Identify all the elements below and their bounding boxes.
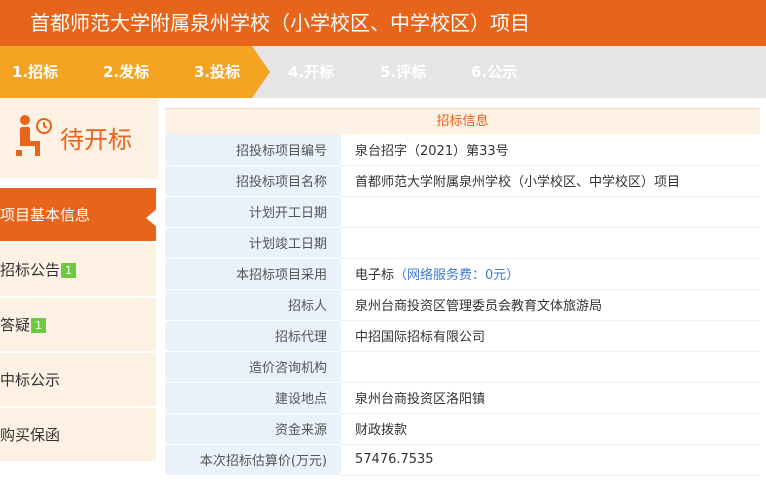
table-row: 招投标项目名称 首都师范大学附属泉州学校（小学校区、中学校区）项目 xyxy=(165,165,760,197)
active-caret xyxy=(146,208,158,228)
panel-title: 招标信息 xyxy=(165,108,760,134)
step-1: 1.招标 xyxy=(12,63,59,81)
table-row: 造价咨询机构 xyxy=(165,351,760,383)
field-value: 首都师范大学附属泉州学校（小学校区、中学校区）项目 xyxy=(341,165,760,197)
table-row: 建设地点 泉州台商投资区洛阳镇 xyxy=(165,382,760,414)
menu-item-buy-guarantee[interactable]: 购买保函 xyxy=(0,408,156,462)
step-4: 4.开标 xyxy=(288,63,335,81)
step-3: 3.投标 xyxy=(194,63,241,81)
step-6: 6.公示 xyxy=(471,63,518,81)
field-label: 招投标项目名称 xyxy=(165,165,341,197)
table-row: 本招标项目采用 电子标（网络服务费：0元） xyxy=(165,258,760,290)
bid-type: 电子标 xyxy=(355,268,395,283)
step-2: 2.发标 xyxy=(103,63,150,81)
menu-item-label: 招标公告 xyxy=(0,261,61,279)
field-label: 造价咨询机构 xyxy=(165,351,341,383)
field-value: 泉州台商投资区管理委员会教育文体旅游局 xyxy=(341,289,760,321)
menu-item-tender-notice[interactable]: 招标公告 1 xyxy=(0,243,156,297)
table-row: 招标代理 中招国际招标有限公司 xyxy=(165,320,760,352)
field-label: 本招标项目采用 xyxy=(165,258,341,290)
info-table: 招投标项目编号 泉台招字（2021）第33号 招投标项目名称 首都师范大学附属泉州学… xyxy=(165,134,760,476)
menu-item-project-info[interactable]: 项目基本信息 xyxy=(0,188,156,242)
field-label: 招标代理 xyxy=(165,320,341,352)
field-value xyxy=(341,227,760,259)
field-label: 建设地点 xyxy=(165,382,341,414)
field-label: 招标人 xyxy=(165,289,341,321)
field-label: 计划竣工日期 xyxy=(165,227,341,259)
field-value: 57476.7535 xyxy=(341,444,760,476)
step-5: 5.评标 xyxy=(380,63,427,81)
table-row: 招投标项目编号 泉台招字（2021）第33号 xyxy=(165,134,760,166)
project-title: 首都师范大学附属泉州学校（小学校区、中学校区）项目 xyxy=(30,11,530,35)
status-text: 待开标 xyxy=(60,126,132,154)
menu-item-award-notice[interactable]: 中标公示 xyxy=(0,353,156,407)
menu-item-label: 中标公示 xyxy=(0,371,61,389)
tender-info-panel: 招标信息 招投标项目编号 泉台招字（2021）第33号 招投标项目名称 首都师范大学… xyxy=(165,108,760,484)
waiting-person-icon xyxy=(16,115,52,156)
field-label: 资金来源 xyxy=(165,413,341,445)
progress-steps: 1.招标 2.发标 3.投标 4.开标 5.评标 6.公示 xyxy=(0,46,766,98)
menu-item-label: 购买保函 xyxy=(0,426,61,444)
menu-item-label: 答疑 xyxy=(0,316,31,334)
field-value: 泉台招字（2021）第33号 xyxy=(341,134,760,166)
table-row: 计划竣工日期 xyxy=(165,227,760,259)
page-header: 首都师范大学附属泉州学校（小学校区、中学校区）项目 xyxy=(0,0,766,46)
field-value: 财政拨款 xyxy=(341,413,760,445)
step-progress-arrow xyxy=(252,46,270,98)
table-row: 本次招标估算价(万元) 57476.7535 xyxy=(165,444,760,476)
sidebar: 待开标 项目基本信息 招标公告 1 答疑 1 中标公示 购买保函 xyxy=(0,98,158,484)
field-value: 中招国际招标有限公司 xyxy=(341,320,760,352)
field-value xyxy=(341,351,760,383)
table-row: 招标人 泉州台商投资区管理委员会教育文体旅游局 xyxy=(165,289,760,321)
service-fee: （网络服务费：0元） xyxy=(394,268,520,283)
status-box: 待开标 xyxy=(0,98,158,178)
menu-item-label: 项目基本信息 xyxy=(0,206,91,224)
count-badge: 1 xyxy=(31,318,47,333)
field-label: 本次招标估算价(万元) xyxy=(165,444,341,476)
table-row: 资金来源 财政拨款 xyxy=(165,413,760,445)
field-value: 电子标（网络服务费：0元） xyxy=(341,258,760,290)
field-value xyxy=(341,196,760,228)
menu-item-qa[interactable]: 答疑 1 xyxy=(0,298,156,352)
field-label: 招投标项目编号 xyxy=(165,134,341,166)
field-label: 计划开工日期 xyxy=(165,196,341,228)
table-row: 计划开工日期 xyxy=(165,196,760,228)
field-value: 泉州台商投资区洛阳镇 xyxy=(341,382,760,414)
count-badge: 1 xyxy=(61,263,77,278)
